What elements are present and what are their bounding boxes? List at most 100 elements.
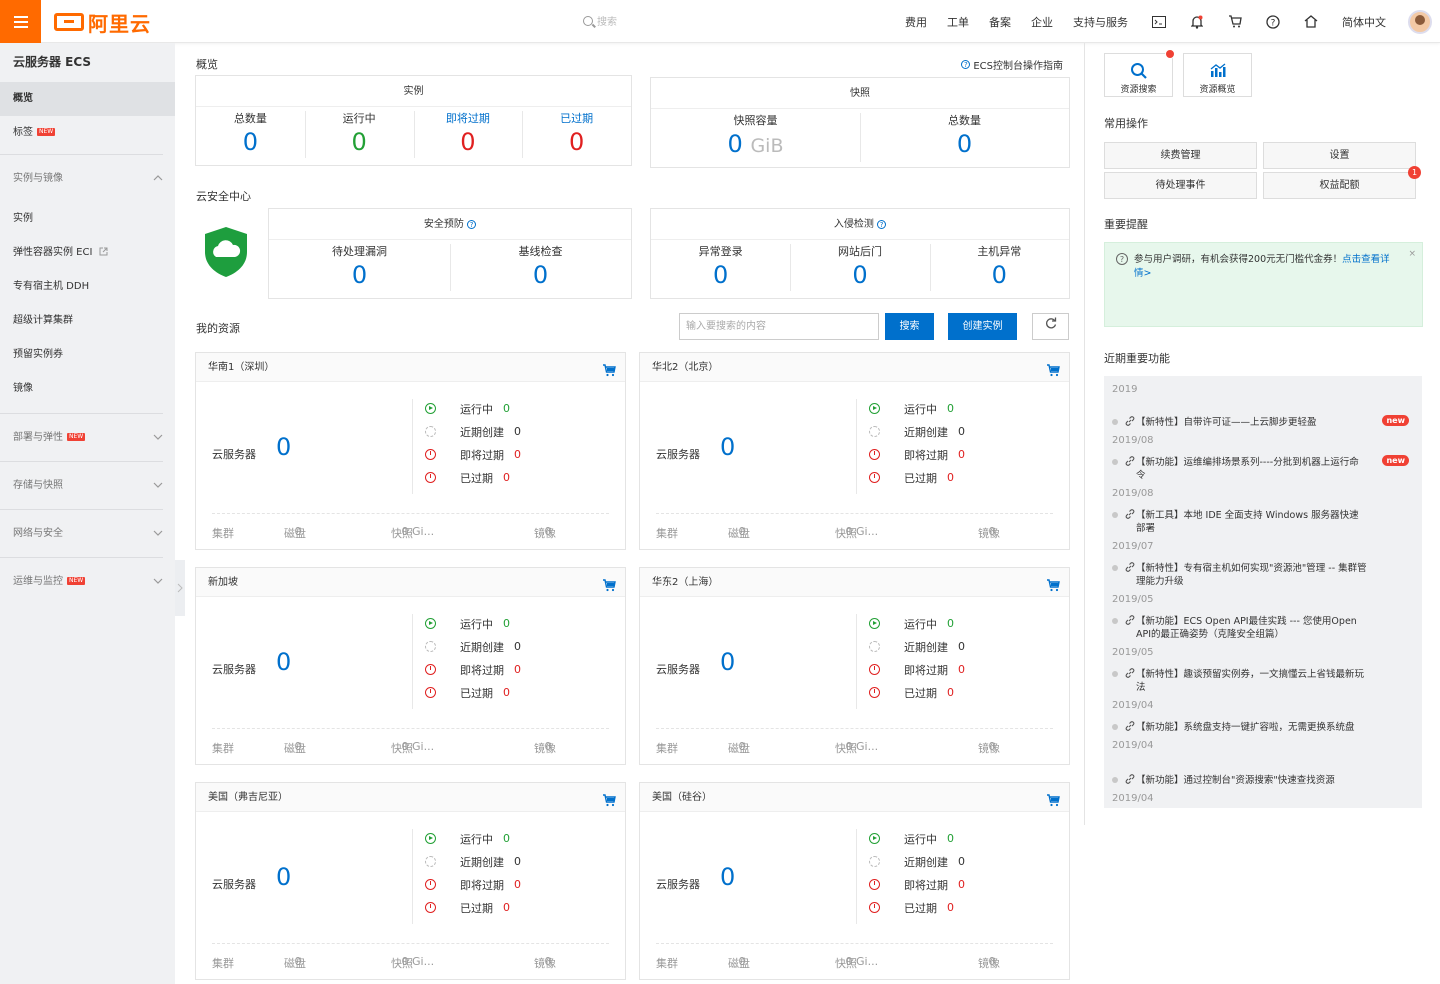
status-row[interactable]: 运行中 0 bbox=[869, 612, 965, 635]
footer-stat[interactable]: 集群 bbox=[212, 955, 234, 970]
sidebar-item-instances[interactable]: 实例 bbox=[0, 202, 175, 236]
footer-stat[interactable]: 镜像 0 bbox=[534, 525, 556, 540]
help-guide-link[interactable]: ? ECS控制台操作指南 bbox=[961, 57, 1063, 72]
cart-icon[interactable] bbox=[1046, 790, 1060, 807]
footer-stat[interactable]: 集群 bbox=[656, 740, 678, 755]
status-row[interactable]: 已过期 0 bbox=[869, 896, 965, 919]
status-row[interactable]: 已过期 0 bbox=[869, 681, 965, 704]
status-row[interactable]: 运行中 0 bbox=[425, 827, 521, 850]
nav-tickets[interactable]: 工单 bbox=[947, 14, 969, 30]
status-row[interactable]: 已过期 0 bbox=[869, 466, 965, 489]
footer-stat[interactable]: 快照 0 Gi... bbox=[835, 955, 878, 970]
nav-enterprise[interactable]: 企业 bbox=[1031, 14, 1053, 30]
footer-stat[interactable]: 磁盘 0 bbox=[284, 955, 306, 970]
footer-stat[interactable]: 镜像 0 bbox=[534, 955, 556, 970]
aliyun-logo[interactable]: 阿里云 bbox=[54, 9, 151, 36]
status-row[interactable]: 运行中 0 bbox=[425, 397, 521, 420]
stat-webshell[interactable]: 网站后门 0 bbox=[790, 240, 929, 291]
sidebar-item-reserved[interactable]: 预留实例券 bbox=[0, 338, 175, 372]
footer-stat[interactable]: 镜像 0 bbox=[978, 955, 1000, 970]
terminal-icon[interactable] bbox=[1152, 15, 1166, 29]
resource-search-input[interactable]: 输入要搜索的内容 bbox=[679, 313, 879, 340]
status-row[interactable]: 运行中 0 bbox=[869, 827, 965, 850]
stat-expiring[interactable]: 即将过期 0 bbox=[413, 107, 523, 158]
status-row[interactable]: 已过期 0 bbox=[425, 681, 521, 704]
status-row[interactable]: 即将过期 0 bbox=[425, 873, 521, 896]
server-count[interactable]: 0 bbox=[720, 863, 735, 891]
sidebar-group-deploy[interactable]: 部署与弹性 NEW bbox=[0, 413, 163, 461]
status-row[interactable]: 近期创建 0 bbox=[869, 635, 965, 658]
footer-stat[interactable]: 磁盘 0 bbox=[728, 955, 750, 970]
footer-stat[interactable]: 快照 0 Gi... bbox=[391, 525, 434, 540]
feature-item[interactable]: 【新功能】通过控制台"资源搜索"快速查找资源 2019/04 bbox=[1112, 774, 1417, 805]
footer-stat[interactable]: 快照 0 Gi... bbox=[835, 740, 878, 755]
language-switch[interactable]: 简体中文 bbox=[1342, 14, 1386, 30]
status-row[interactable]: 近期创建 0 bbox=[869, 420, 965, 443]
settings-button[interactable]: 设置 bbox=[1263, 142, 1416, 169]
feature-item[interactable]: 【新特性】自带许可证——上云脚步更轻盈 new 2019/08 bbox=[1112, 415, 1417, 447]
stat-expired[interactable]: 已过期 0 bbox=[522, 107, 631, 158]
footer-stat[interactable]: 快照 0 Gi... bbox=[835, 525, 878, 540]
status-row[interactable]: 已过期 0 bbox=[425, 466, 521, 489]
sidebar-item-ddh[interactable]: 专有宿主机 DDH bbox=[0, 270, 175, 304]
cart-icon[interactable] bbox=[1228, 15, 1242, 29]
server-count[interactable]: 0 bbox=[720, 433, 735, 461]
avatar[interactable] bbox=[1408, 9, 1432, 34]
nav-support[interactable]: 支持与服务 bbox=[1073, 14, 1128, 30]
question-icon[interactable]: ? bbox=[877, 220, 887, 229]
server-count[interactable]: 0 bbox=[276, 863, 291, 891]
footer-stat[interactable]: 集群 bbox=[212, 525, 234, 540]
sidebar-group-network[interactable]: 网络与安全 bbox=[0, 509, 163, 557]
stat-host-anomaly[interactable]: 主机异常 0 bbox=[929, 240, 1069, 291]
footer-stat[interactable]: 集群 bbox=[212, 740, 234, 755]
status-row[interactable]: 即将过期 0 bbox=[869, 658, 965, 681]
cart-icon[interactable] bbox=[1046, 360, 1060, 377]
footer-stat[interactable]: 磁盘 0 bbox=[284, 740, 306, 755]
footer-stat[interactable]: 磁盘 0 bbox=[284, 525, 306, 540]
home-icon[interactable] bbox=[1304, 15, 1318, 29]
footer-stat[interactable]: 磁盘 0 bbox=[728, 525, 750, 540]
footer-stat[interactable]: 镜像 0 bbox=[978, 740, 1000, 755]
status-row[interactable]: 即将过期 0 bbox=[425, 443, 521, 466]
stat-abnormal-login[interactable]: 异常登录 0 bbox=[651, 240, 790, 291]
cart-icon[interactable] bbox=[602, 575, 616, 592]
stat-running[interactable]: 运行中 0 bbox=[304, 107, 414, 158]
renewal-button[interactable]: 续费管理 bbox=[1104, 142, 1257, 169]
footer-stat[interactable]: 镜像 0 bbox=[978, 525, 1000, 540]
sidebar-item-overview[interactable]: 概览 bbox=[0, 82, 175, 116]
sidebar-item-tags[interactable]: 标签 NEW bbox=[0, 116, 175, 150]
sidebar-item-images[interactable]: 镜像 bbox=[0, 372, 175, 406]
feature-item[interactable]: 【新功能】运维编排场景系列----分批到机器上运行命令 new 2019/08 bbox=[1112, 455, 1417, 500]
sidebar-item-scc[interactable]: 超级计算集群 bbox=[0, 304, 175, 338]
question-icon[interactable]: ? bbox=[467, 220, 477, 229]
search-button[interactable]: 搜索 bbox=[885, 313, 934, 340]
feature-item[interactable]: 【新功能】ECS Open API最佳实践 --- 您使用Open API的最正… bbox=[1112, 615, 1417, 659]
bell-icon[interactable] bbox=[1190, 15, 1204, 29]
status-row[interactable]: 近期创建 0 bbox=[869, 850, 965, 873]
stat-snapshot-total[interactable]: 总数量 0 bbox=[860, 109, 1069, 162]
footer-stat[interactable]: 集群 bbox=[656, 525, 678, 540]
nav-fees[interactable]: 费用 bbox=[905, 14, 927, 30]
feature-item[interactable]: 【新功能】系统盘支持一键扩容啦，无需更换系统盘 2019/04 bbox=[1112, 721, 1417, 752]
close-icon[interactable]: × bbox=[1408, 247, 1416, 261]
pending-events-button[interactable]: 待处理事件 bbox=[1104, 172, 1257, 199]
nav-icp[interactable]: 备案 bbox=[989, 14, 1011, 30]
sidebar-group-storage[interactable]: 存储与快照 bbox=[0, 461, 163, 509]
status-row[interactable]: 已过期 0 bbox=[425, 896, 521, 919]
stat-baseline[interactable]: 基线检查 0 bbox=[450, 240, 631, 291]
help-icon[interactable]: ? bbox=[1266, 14, 1280, 29]
cart-icon[interactable] bbox=[602, 360, 616, 377]
resource-overview-shortcut[interactable]: 资源概览 bbox=[1183, 53, 1252, 97]
footer-stat[interactable]: 快照 0 Gi... bbox=[391, 955, 434, 970]
status-row[interactable]: 近期创建 0 bbox=[425, 420, 521, 443]
status-row[interactable]: 即将过期 0 bbox=[869, 443, 965, 466]
sidebar-group-instances[interactable]: 实例与镜像 bbox=[0, 154, 163, 202]
footer-stat[interactable]: 镜像 0 bbox=[534, 740, 556, 755]
resource-search-shortcut[interactable]: 资源搜索 bbox=[1104, 53, 1173, 97]
stat-snapshot-capacity[interactable]: 快照容量 0 GiB bbox=[651, 109, 860, 162]
status-row[interactable]: 近期创建 0 bbox=[425, 635, 521, 658]
feature-item[interactable]: 【新特性】专有宿主机如何实现"资源池"管理 -- 集群管理能力升级 2019/0… bbox=[1112, 562, 1417, 606]
cart-icon[interactable] bbox=[602, 790, 616, 807]
stat-vulnerabilities[interactable]: 待处理漏洞 0 bbox=[269, 240, 450, 291]
footer-stat[interactable]: 磁盘 0 bbox=[728, 740, 750, 755]
